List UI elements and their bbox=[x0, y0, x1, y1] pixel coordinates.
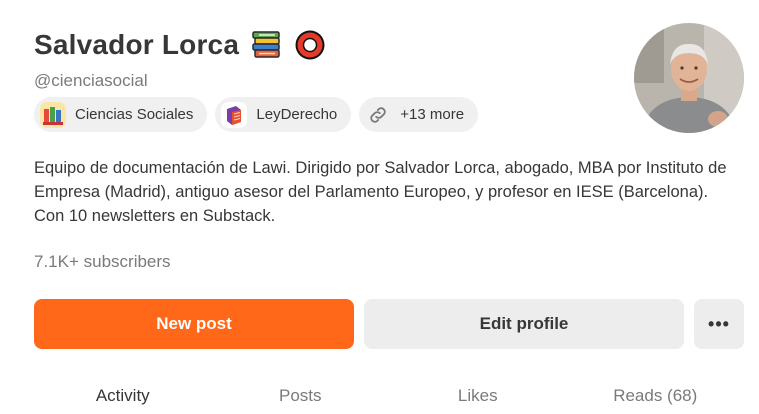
publication-label: +13 more bbox=[400, 106, 465, 123]
leyderecho-logo bbox=[221, 101, 248, 128]
edit-profile-button[interactable]: Edit profile bbox=[364, 299, 684, 349]
tab-reads[interactable]: Reads (68) bbox=[567, 386, 745, 406]
publication-chip-ciencias-sociales[interactable]: Ciencias Sociales bbox=[34, 97, 208, 132]
tab-likes[interactable]: Likes bbox=[389, 386, 567, 406]
publication-chips: Ciencias Sociales LeyDerecho +13 more bbox=[34, 97, 479, 132]
subscriber-count[interactable]: 7.1K+ subscribers bbox=[34, 252, 171, 272]
publication-label: LeyDerecho bbox=[256, 106, 338, 123]
link-icon bbox=[365, 102, 391, 128]
profile-bio: Equipo de documentación de Lawi. Dirigid… bbox=[34, 159, 727, 225]
ellipsis-icon: ••• bbox=[708, 313, 730, 334]
tab-activity[interactable]: Activity bbox=[34, 386, 212, 406]
profile-handle: @cienciasocial bbox=[34, 71, 148, 90]
new-post-button[interactable]: New post bbox=[34, 299, 354, 349]
more-options-button[interactable]: ••• bbox=[694, 299, 744, 349]
books-icon bbox=[249, 28, 283, 62]
more-publications-chip[interactable]: +13 more bbox=[359, 97, 479, 132]
publication-chip-leyderecho[interactable]: LeyDerecho bbox=[215, 97, 352, 132]
profile-tabs: Activity Posts Likes Reads (68) bbox=[34, 386, 744, 406]
ciencias-sociales-logo bbox=[40, 101, 66, 128]
publication-label: Ciencias Sociales bbox=[75, 106, 194, 123]
lifebuoy-icon bbox=[293, 28, 327, 62]
avatar[interactable] bbox=[634, 23, 744, 133]
profile-header: Salvador Lorca bbox=[34, 28, 327, 62]
tab-posts[interactable]: Posts bbox=[212, 386, 390, 406]
profile-name: Salvador Lorca bbox=[34, 29, 240, 60]
